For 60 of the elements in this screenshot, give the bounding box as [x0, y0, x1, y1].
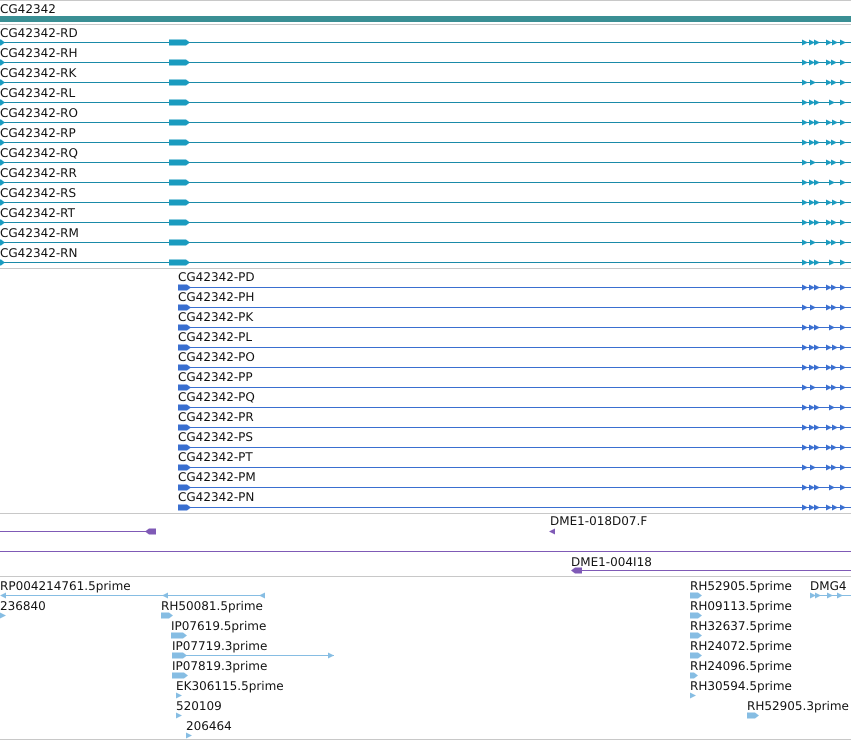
est-glyph [176, 712, 182, 718]
feature-label: CG42342-RR [0, 166, 77, 180]
feature-label: RH52905.5prime [690, 579, 792, 593]
feature-label: CG42342-PR [178, 410, 254, 424]
feature-label: IP07619.5prime [171, 619, 266, 633]
feature-label: CG42342-RD [0, 26, 78, 40]
est-glyph [690, 612, 702, 618]
feature-label: CG42342-RS [0, 186, 76, 200]
feature-label: RH09113.5prime [690, 599, 792, 613]
feature-label: CG42342-PQ [178, 390, 255, 404]
feature-label: CG42342-RT [0, 206, 75, 220]
feature-label: CG42342-RK [0, 66, 76, 80]
feature-label: CG42342-PK [178, 310, 254, 324]
feature-label: DMG4 [810, 579, 847, 593]
feature-label: IP07819.3prime [172, 659, 268, 673]
feature-label: CG42342-PH [178, 290, 254, 304]
feature-label: CG42342-RN [0, 246, 78, 260]
est-glyph [747, 712, 759, 718]
est-glyph [690, 692, 696, 698]
feature-label: CG42342-RO [0, 106, 78, 120]
feature-label: 206464 [186, 719, 232, 733]
feature-label: DME1-018D07.F [550, 514, 648, 528]
feature-label: RH24096.5prime [690, 659, 792, 673]
est-glyph [690, 672, 698, 678]
est-glyph [161, 612, 173, 618]
feature-label: IP07719.3prime [172, 639, 268, 653]
est-glyph [810, 592, 851, 598]
feature-label: RH50081.5prime [161, 599, 263, 613]
feature-label: CG42342-PM [178, 470, 256, 484]
feature-label: DME1-004I18 [571, 555, 652, 569]
feature-label: CG42342-RL [0, 86, 76, 100]
feature-label: RH32637.5prime [690, 619, 792, 633]
feature-label: CG42342-PT [178, 450, 253, 464]
feature-label: CG42342-RH [0, 46, 78, 60]
est-glyph [0, 612, 6, 618]
est-glyph [186, 732, 192, 738]
feature-label: CG42342-RQ [0, 146, 78, 160]
est-glyph [690, 652, 702, 658]
feature-label: CG42342-PP [178, 370, 253, 384]
feature-label: CG42342-PO [178, 350, 255, 364]
feature-label: CG42342-RP [0, 126, 76, 140]
feature-label: RP004214761.5prime [0, 579, 131, 593]
est-glyph [171, 632, 187, 638]
feature-label: EK306115.5prime [176, 679, 284, 693]
est-glyph [176, 692, 182, 698]
feature-label: CG42342-PS [178, 430, 254, 444]
feature-label: 520109 [176, 699, 222, 713]
feature-label: RH24072.5prime [690, 639, 792, 653]
est-glyph [172, 672, 188, 678]
feature-label: CG42342-PN [178, 490, 254, 504]
feature-label: RH52905.3prime [747, 699, 849, 713]
feature-label: CG42342-PL [178, 330, 252, 344]
feature-label: CG42342 [0, 2, 56, 16]
feature-label: RH30594.5prime [690, 679, 792, 693]
feature-label: CG42342-RM [0, 226, 79, 240]
est-glyph [690, 632, 702, 638]
clone-glyph [549, 528, 555, 534]
est-glyph [690, 592, 702, 598]
feature-label: CG42342-PD [178, 270, 255, 284]
feature-label: 236840 [0, 599, 46, 613]
